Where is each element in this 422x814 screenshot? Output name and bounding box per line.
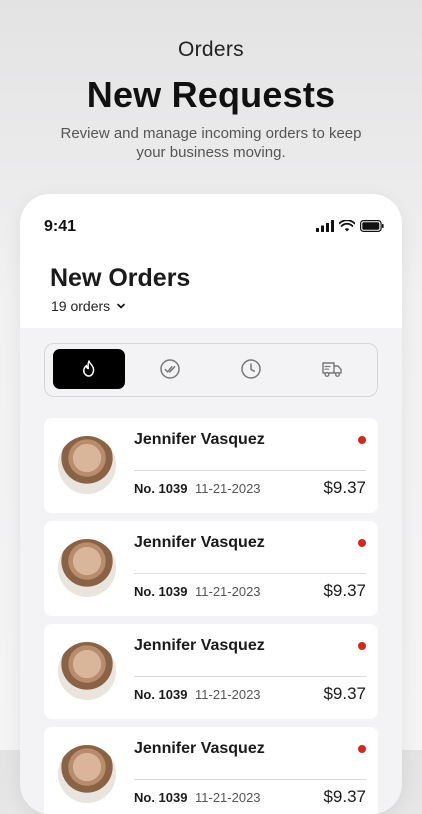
page-title: New Orders xyxy=(50,264,191,292)
order-card[interactable]: Jennifer Vasquez No. 1039 11-21-2023 $9.… xyxy=(44,418,378,513)
orders-count-label: 19 orders xyxy=(51,298,111,314)
chevron-down-icon xyxy=(117,303,125,309)
unread-indicator xyxy=(358,745,366,753)
order-number: No. 1039 xyxy=(134,481,188,496)
order-date: 11-21-2023 xyxy=(195,687,261,702)
unread-indicator xyxy=(358,642,366,650)
tab-pending[interactable] xyxy=(215,349,287,389)
order-price: $9.37 xyxy=(323,787,366,806)
battery-icon xyxy=(360,220,384,232)
clock-icon xyxy=(241,359,261,379)
app-header: 9:41 New Orders 19 orders xyxy=(20,194,402,328)
divider xyxy=(134,676,366,677)
double-check-icon xyxy=(160,359,180,379)
status-tabs xyxy=(44,343,378,397)
orders-count-dropdown[interactable]: 19 orders xyxy=(51,298,126,314)
unread-indicator xyxy=(358,436,366,444)
signal-icon xyxy=(316,220,334,232)
order-price: $9.37 xyxy=(323,478,366,497)
customer-name: Jennifer Vasquez xyxy=(134,534,265,551)
hero-title: New Requests xyxy=(86,74,336,115)
divider xyxy=(134,573,366,574)
order-price: $9.37 xyxy=(323,581,366,600)
divider xyxy=(134,779,366,780)
unread-indicator xyxy=(358,539,366,547)
order-number: No. 1039 xyxy=(134,584,188,599)
order-number: No. 1039 xyxy=(134,790,188,805)
order-date: 11-21-2023 xyxy=(195,584,261,599)
avatar xyxy=(58,539,116,597)
order-price: $9.37 xyxy=(323,684,366,703)
order-date: 11-21-2023 xyxy=(195,790,261,805)
status-icons xyxy=(316,220,384,234)
truck-icon xyxy=(322,362,342,377)
flame-icon xyxy=(83,360,95,377)
status-time: 9:41 xyxy=(44,218,77,235)
divider xyxy=(134,470,366,471)
order-card[interactable]: Jennifer Vasquez No. 1039 11-21-2023 $9.… xyxy=(44,727,378,814)
order-number: No. 1039 xyxy=(134,687,188,702)
order-date: 11-21-2023 xyxy=(195,481,261,496)
order-card[interactable]: Jennifer Vasquez No. 1039 11-21-2023 $9.… xyxy=(44,624,378,719)
hero-subtitle: Review and manage incoming orders to kee… xyxy=(60,125,362,161)
tab-accepted[interactable] xyxy=(134,349,206,389)
avatar xyxy=(58,642,116,700)
tab-new[interactable] xyxy=(53,349,125,389)
phone-frame: 9:41 New Orders 19 orders Jennifer Vasqu… xyxy=(20,194,402,814)
customer-name: Jennifer Vasquez xyxy=(134,637,265,654)
avatar xyxy=(58,436,116,494)
avatar xyxy=(58,745,116,803)
customer-name: Jennifer Vasquez xyxy=(134,431,265,448)
tab-delivery[interactable] xyxy=(296,349,368,389)
hero-eyebrow: Orders xyxy=(178,38,244,61)
order-card[interactable]: Jennifer Vasquez No. 1039 11-21-2023 $9.… xyxy=(44,521,378,616)
wifi-icon xyxy=(339,220,355,232)
customer-name: Jennifer Vasquez xyxy=(134,740,265,757)
